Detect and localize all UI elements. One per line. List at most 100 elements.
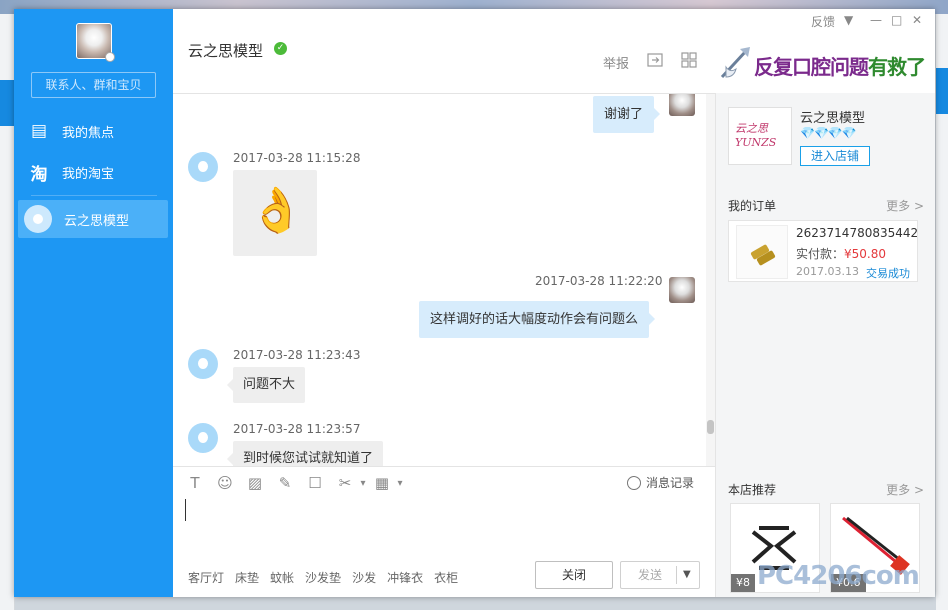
store-logo-cn: 云之思 (735, 122, 768, 135)
orders-title: 我的订单 (728, 199, 777, 213)
hot-tag[interactable]: 客厅灯 (188, 569, 224, 586)
store-avatar (188, 152, 218, 182)
order-product-image (736, 225, 788, 279)
hot-tag[interactable]: 床垫 (235, 569, 259, 586)
order-status[interactable]: 交易成功 (866, 265, 910, 281)
send-label: 发送 (638, 568, 663, 582)
sidebar: 联系人、群和宝贝 ▤ 我的焦点 淘 我的淘宝 云之思模型 (14, 9, 173, 597)
orders-more-link[interactable]: 更多 > (886, 197, 924, 214)
order-number: 2623714780835442 (796, 226, 919, 240)
sidebar-item-focus[interactable]: ▤ 我的焦点 (18, 112, 168, 150)
paid-label: 实付款： (796, 247, 845, 261)
user-avatar (669, 277, 695, 303)
background-browser-left (0, 14, 15, 610)
ad-text-main: 反复口腔问题 (754, 55, 869, 79)
background-blue-band (0, 80, 14, 126)
text-caret (185, 499, 186, 521)
hot-tag[interactable]: 沙发 (352, 569, 376, 586)
dropdown-icon[interactable]: ▼ (844, 13, 853, 27)
image-icon[interactable]: ▨ (246, 474, 264, 492)
order-card[interactable]: 2623714780835442 实付款：¥50.80 2017.03.13 交… (728, 220, 918, 282)
order-paid: 实付款：¥50.80 (796, 245, 886, 262)
ad-banner[interactable]: 反复口腔问题有救了 (716, 43, 935, 83)
close-button[interactable]: 关闭 (535, 561, 613, 589)
ad-text: 反复口腔问题有救了 (754, 51, 926, 80)
hot-tags: 客厅灯 床垫 蚊帐 沙发垫 沙发 冲锋衣 衣柜 (188, 569, 458, 586)
close-icon[interactable]: ✕ (912, 13, 922, 27)
send-button[interactable]: 发送 ▼ (620, 561, 700, 589)
report-link[interactable]: 举报 (603, 53, 629, 72)
product-price: ¥8 (731, 574, 755, 592)
message-timestamp: 2017-03-28 11:23:43 (233, 348, 361, 362)
message-scrollbar[interactable] (706, 94, 715, 466)
chat-header: 云之思模型 ✓ 举报 (173, 9, 715, 94)
more-icon[interactable]: ▦ (373, 474, 391, 492)
scrollbar-thumb[interactable] (707, 420, 714, 434)
send-divider (676, 566, 677, 584)
hot-tag[interactable]: 冲锋衣 (387, 569, 423, 586)
sticker-message: 👌 (233, 170, 317, 256)
sidebar-item-taobao[interactable]: 淘 我的淘宝 (18, 153, 168, 191)
emoji-icon[interactable]: ☺ (216, 474, 234, 492)
message-bubble-outgoing: 谢谢了 (593, 96, 661, 133)
store-panel: 云之思 YUNZS 云之思模型 💎💎💎💎 进入店铺 我的订单 更多 > 26237… (715, 93, 935, 597)
screenshot-icon[interactable]: ✎ (276, 474, 294, 492)
message-timestamp: 2017-03-28 11:22:20 (535, 274, 663, 288)
sidebar-divider (31, 195, 157, 196)
cut-icon[interactable]: ✂ (336, 474, 354, 492)
recommend-more-link[interactable]: 更多 > (886, 481, 924, 498)
message-list: 谢谢了 2017-03-28 11:15:28 👌 2017-03-28 11:… (173, 94, 706, 466)
chat-footer: 客厅灯 床垫 蚊帐 沙发垫 沙发 冲锋衣 衣柜 关闭 发送 ▼ (173, 557, 715, 597)
message-bubble-incoming: 问题不大 (226, 367, 306, 403)
taobao-icon: 淘 (30, 164, 48, 185)
ad-text-highlight: 有救了 (868, 55, 926, 79)
message-bubble-incoming: 到时候您试试就知道了 (226, 441, 384, 466)
sidebar-item-store-chat[interactable]: 云之思模型 (18, 200, 168, 238)
font-icon[interactable]: T (186, 474, 204, 492)
store-logo[interactable]: 云之思 YUNZS (728, 107, 792, 165)
history-button[interactable]: 消息记录 (627, 474, 694, 491)
input-toolbar: T ☺ ▨ ✎ ☐ ✂ ▾ ▦ ▾ 消息记录 (173, 466, 715, 497)
user-avatar (669, 94, 695, 116)
ok-hand-icon: 👌 (249, 185, 304, 236)
chat-title: 云之思模型 (188, 42, 264, 60)
status-badge (105, 52, 115, 62)
paid-amount: ¥50.80 (844, 247, 887, 261)
background-blue-band (936, 68, 948, 114)
watermark: PC4206com (757, 561, 920, 591)
sidebar-item-label: 云之思模型 (64, 213, 130, 229)
store-avatar (188, 423, 218, 453)
message-timestamp: 2017-03-28 11:15:28 (233, 151, 361, 165)
message-input[interactable] (173, 497, 715, 557)
chat-window: 联系人、群和宝贝 ▤ 我的焦点 淘 我的淘宝 云之思模型 反馈 ▼ — □ ✕ … (14, 9, 935, 597)
hot-tag[interactable]: 沙发垫 (305, 569, 341, 586)
store-rating-diamonds: 💎💎💎💎 (800, 126, 857, 140)
bot-avatar-icon (24, 205, 52, 233)
store-avatar (188, 349, 218, 379)
store-logo-en: YUNZS (735, 136, 777, 149)
store-logo-text: 云之思 YUNZS (735, 122, 776, 150)
clock-icon (627, 475, 641, 490)
history-label: 消息记录 (646, 476, 695, 490)
quick-reply-icon[interactable]: ☐ (306, 474, 324, 492)
more-dropdown-icon[interactable]: ▾ (391, 474, 409, 492)
focus-icon: ▤ (30, 121, 48, 141)
recommend-title: 本店推荐 (728, 483, 777, 497)
contact-search-input[interactable]: 联系人、群和宝贝 (31, 72, 156, 98)
minimize-icon[interactable]: — (870, 13, 882, 27)
order-date: 2017.03.13 (796, 265, 859, 278)
verified-icon: ✓ (274, 42, 287, 55)
cut-dropdown-icon[interactable]: ▾ (354, 474, 372, 492)
maximize-icon[interactable]: □ (891, 13, 902, 27)
hot-tag[interactable]: 蚊帐 (270, 569, 294, 586)
store-name: 云之思模型 (800, 111, 866, 126)
share-icon[interactable] (646, 51, 664, 69)
sidebar-item-label: 我的淘宝 (62, 166, 115, 182)
send-options-icon[interactable]: ▼ (683, 562, 691, 588)
background-browser-right (936, 14, 948, 610)
user-avatar[interactable] (76, 23, 115, 62)
enter-store-button[interactable]: 进入店铺 (800, 146, 870, 166)
grid-icon[interactable] (680, 51, 698, 69)
feedback-link[interactable]: 反馈 (811, 13, 835, 30)
hot-tag[interactable]: 衣柜 (434, 569, 458, 586)
